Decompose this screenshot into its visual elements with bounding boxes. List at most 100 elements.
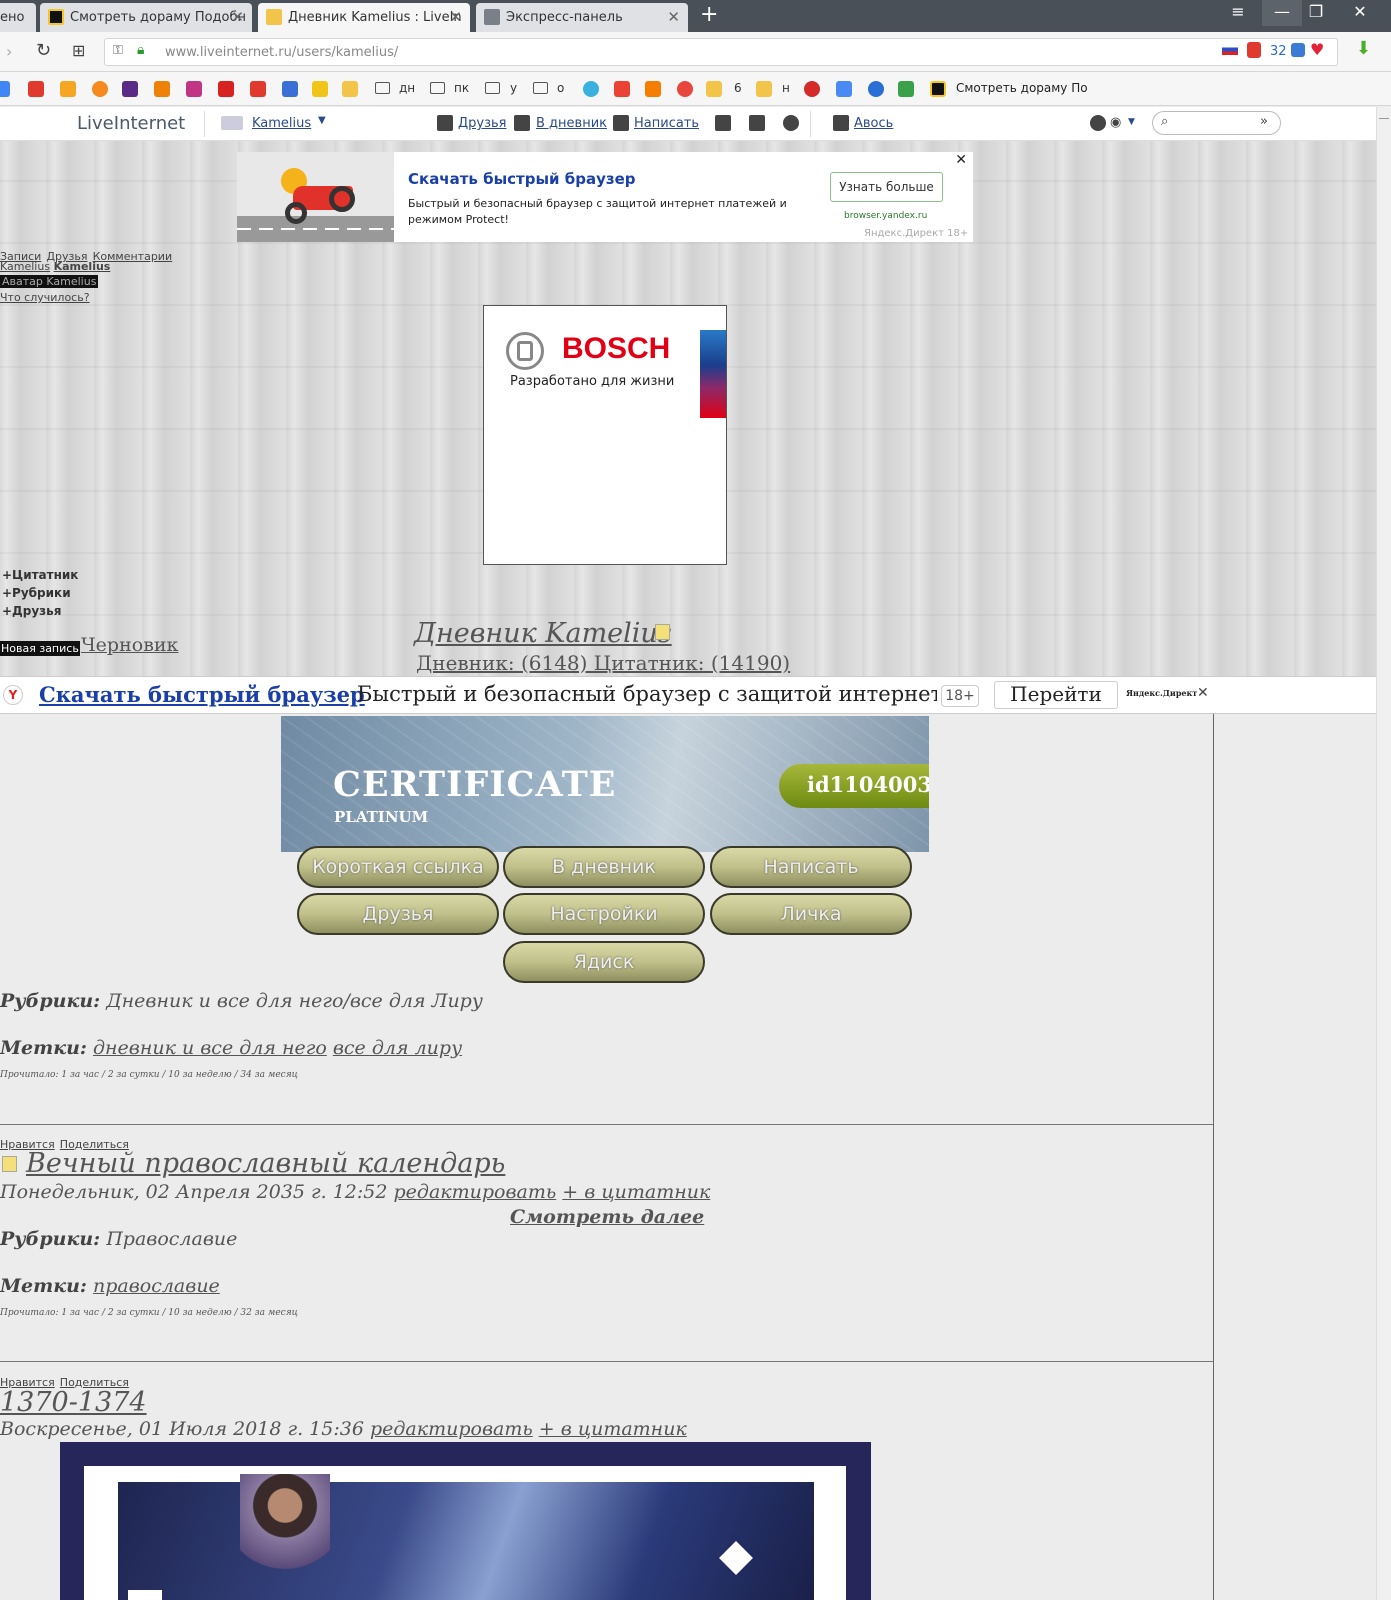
tag-link[interactable]: дневник и все для него [93,1037,327,1059]
yadisk-button[interactable]: Ядиск [503,941,705,983]
learn-more-button[interactable]: Узнать больше [830,172,943,202]
settings-button[interactable]: Настройки [503,893,705,935]
liveinternet-icon[interactable] [706,81,722,97]
draft-link[interactable]: Черновик [81,634,178,656]
friends-button[interactable]: Друзья [297,893,499,935]
status-link[interactable]: Что случилось? [0,291,90,304]
edit-link[interactable]: редактировать [370,1418,533,1440]
download-icon[interactable]: ⬇ [1356,38,1371,59]
bookmark-label[interactable]: Смотреть дораму По [956,81,1088,95]
close-icon[interactable]: ✕ [955,152,967,168]
close-icon[interactable]: ✕ [1197,685,1209,701]
diary-title[interactable]: Дневник Kamelius [414,618,672,649]
envelope-icon[interactable] [122,81,138,97]
folder-label[interactable]: пк [454,81,469,95]
to-diary-button[interactable]: В дневник [503,846,705,888]
gear-icon[interactable] [783,115,799,131]
chevron-down-icon[interactable]: ▼ [1128,117,1135,127]
liveinternet-icon[interactable] [342,81,358,97]
folder-icon[interactable] [533,82,548,94]
username-link[interactable]: Kamelius [54,260,111,273]
folder-label[interactable]: у [510,81,517,95]
maximize-button[interactable]: ❐ [1296,0,1336,26]
yandex-ad-bar[interactable]: Y Скачать быстрый браузер Быстрый и безо… [0,676,1376,714]
read-more-link[interactable]: Смотреть далее [510,1206,704,1228]
quote-link[interactable]: + в цитатник [539,1418,687,1440]
bosch-ad[interactable]: BOSCH Разработано для жизни [483,305,727,565]
edit-link[interactable]: редактировать [394,1181,557,1203]
rubrics-menu-item[interactable]: +Рубрики [2,584,78,602]
tab-partial[interactable]: ено [0,3,36,32]
post-title[interactable]: Вечный православный календарь [26,1148,505,1179]
tag-link[interactable]: все для лиру [333,1037,462,1059]
new-tab-button[interactable]: + [700,2,718,27]
bookmark-icon[interactable] [282,81,298,97]
bookmark-icon[interactable] [804,81,820,97]
search-input[interactable]: ⌕ » [1152,111,1281,135]
heart-icon[interactable]: ♥ [1310,40,1324,59]
google-icon[interactable] [0,81,10,97]
folder-icon[interactable] [485,82,500,94]
scrollbar[interactable] [1376,107,1391,1600]
ad-domain[interactable]: browser.yandex.ru [844,211,927,221]
photos-icon[interactable] [614,81,630,97]
folder-icon[interactable] [430,82,445,94]
top-ad-banner[interactable]: Скачать быстрый браузер Быстрый и безопа… [237,152,973,242]
diary-link[interactable]: В дневник [536,116,607,131]
adblock-icon[interactable] [28,81,44,97]
write-button[interactable]: Написать [710,846,912,888]
quotes-menu-item[interactable]: +Цитатник [2,566,78,584]
bookmark-label[interactable]: н [782,81,790,95]
folder-label[interactable]: о [557,81,564,95]
close-icon[interactable]: ✕ [231,8,244,26]
eye-icon[interactable]: ◉ [1110,115,1121,130]
liveinternet-logo[interactable]: LiveInternet [77,113,185,134]
zen-icon[interactable] [218,81,234,97]
odnoklassniki-icon[interactable] [154,81,170,97]
translate-icon[interactable] [836,81,852,97]
google-plus-icon[interactable] [677,81,693,97]
close-icon[interactable]: ✕ [667,8,680,26]
write-link[interactable]: Написать [634,116,699,131]
messages-button[interactable]: Личка [710,893,912,935]
liveinternet-icon[interactable] [756,81,772,97]
globe-icon[interactable] [868,81,884,97]
close-window-button[interactable]: ✕ [1340,0,1380,26]
tab-dorama[interactable]: Смотреть дораму Подобн ✕ [40,3,252,32]
dorama-icon[interactable] [930,81,946,97]
tag-link[interactable]: православие [93,1275,220,1297]
mailru-icon[interactable] [92,81,108,97]
short-link-button[interactable]: Короткая ссылка [297,846,499,888]
comments-icon[interactable] [715,115,731,131]
go-button[interactable]: Перейти [994,681,1118,709]
bookmark-label[interactable]: 6 [734,81,742,95]
adblock-icon[interactable] [250,81,266,97]
friends-menu-item[interactable]: +Друзья [2,602,78,620]
scroll-up-icon[interactable] [1379,109,1389,119]
chevron-down-icon[interactable]: ▼ [318,115,326,126]
translate-icon[interactable] [898,81,914,97]
mail-icon[interactable] [60,81,76,97]
adblock-icon[interactable] [1247,42,1261,58]
user-avatar-alt[interactable]: Kamelius [0,260,50,273]
tab-menu-icon[interactable]: ≡ [1218,0,1258,26]
url-input[interactable]: ⚿ 🔒︎ www.liveinternet.ru/users/kamelius/ [104,38,1338,66]
reload-icon[interactable]: ↻ [36,40,51,61]
tab-liveinternet[interactable]: Дневник Kamelius : LiveIn ✕ [258,3,470,32]
ad-title[interactable]: Скачать быстрый браузер [408,170,636,188]
bookmark-icon[interactable] [583,81,599,97]
folder-icon[interactable] [375,82,390,94]
flag-icon[interactable] [1222,44,1238,55]
quote-link[interactable]: + в цитатник [562,1181,710,1203]
new-post-button[interactable]: Новая запись [0,641,80,656]
instagram-icon[interactable] [186,81,202,97]
folder-label[interactable]: дн [399,81,415,95]
help-icon[interactable] [1090,115,1106,131]
bookmark-icon[interactable] [312,81,328,97]
envelope-icon[interactable] [749,115,765,131]
diary-stats[interactable]: Дневник: (6148) Цитатник: (14190) [416,651,790,675]
shield-icon[interactable] [1291,43,1305,57]
blogger-icon[interactable] [645,81,661,97]
speed-dial-icon[interactable]: ⊞ [72,41,85,60]
ad-title[interactable]: Скачать быстрый браузер [39,682,365,707]
